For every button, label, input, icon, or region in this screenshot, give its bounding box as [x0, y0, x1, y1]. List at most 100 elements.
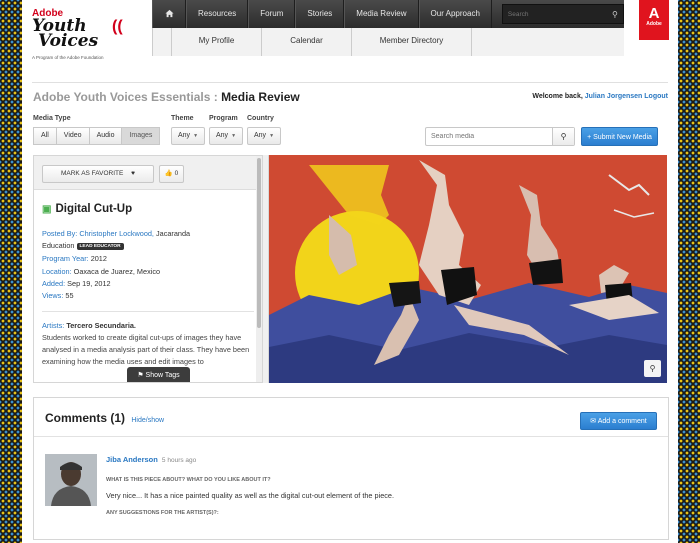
- posted-by-label: Posted By:: [42, 229, 78, 238]
- header-divider: [32, 82, 668, 83]
- views-value: 55: [65, 291, 74, 301]
- logout-link[interactable]: Logout: [644, 93, 668, 100]
- zoom-icon: ⚲: [649, 364, 656, 373]
- comment-author-link[interactable]: Jiba Anderson: [106, 455, 158, 464]
- page: Adobe Youth Voices (( A Program of the A…: [22, 0, 678, 543]
- media-search: ⚲: [425, 127, 575, 146]
- location-label: Location:: [42, 266, 72, 276]
- add-comment-button[interactable]: ✉ Add a comment: [580, 412, 657, 430]
- submit-new-media-button[interactable]: + Submit New Media: [581, 127, 658, 146]
- added-row: Added: Sep 19, 2012: [42, 278, 254, 290]
- ayv-logo[interactable]: Adobe Youth Voices (( A Program of the A…: [32, 8, 152, 78]
- location-row: Location: Oaxaca de Juarez, Mexico: [42, 266, 254, 278]
- zoom-button[interactable]: ⚲: [644, 360, 661, 377]
- nav-media-review[interactable]: Media Review: [344, 0, 419, 28]
- adobe-badge[interactable]: A Adobe: [639, 0, 669, 40]
- country-dropdown[interactable]: Any ▼: [247, 127, 282, 145]
- artists-row: Artists: Tercero Secundaria.: [42, 320, 254, 332]
- media-type-label: Media Type: [33, 115, 71, 122]
- chevron-down-icon: ▼: [231, 133, 237, 139]
- subnav-member-directory[interactable]: Member Directory: [352, 28, 472, 56]
- posted-by-org-row: Education LEAD EDUCATOR: [42, 240, 254, 253]
- mark-favorite-button[interactable]: MARK AS FAVORITE ♥: [42, 165, 154, 183]
- chevron-down-icon: ▼: [193, 133, 199, 139]
- theme-label: Theme: [171, 115, 194, 122]
- adobe-badge-text: Adobe: [646, 21, 662, 27]
- media-type-all[interactable]: All: [33, 127, 57, 145]
- media-type-audio[interactable]: Audio: [89, 127, 123, 145]
- theme-value: Any: [178, 132, 191, 139]
- location-value: Oaxaca de Juarez, Mexico: [73, 266, 161, 276]
- comment-question-1: WHAT IS THIS PIECE ABOUT? WHAT DO YOU LI…: [106, 477, 271, 483]
- search-icon[interactable]: ⚲: [612, 10, 618, 19]
- media-title: ▣ Digital Cut-Up: [42, 203, 132, 215]
- details-scrollbar-thumb[interactable]: [257, 158, 261, 328]
- nav-stories[interactable]: Stories: [295, 0, 345, 28]
- country-value: Any: [254, 132, 267, 139]
- media-type-images[interactable]: Images: [122, 127, 161, 145]
- nav-forum[interactable]: Forum: [248, 0, 296, 28]
- breadcrumb-section[interactable]: Adobe Youth Voices Essentials :: [33, 90, 218, 104]
- media-search-input[interactable]: [426, 128, 552, 145]
- search-icon: ⚲: [560, 132, 567, 141]
- program-label: Program: [209, 115, 238, 122]
- site-search-input[interactable]: [507, 10, 608, 18]
- thumbs-up-icon: 👍: [164, 170, 173, 177]
- media-type-video[interactable]: Video: [56, 127, 90, 145]
- artists-value: Tercero Secundaria.: [66, 321, 136, 330]
- lead-educator-badge: LEAD EDUCATOR: [76, 243, 124, 251]
- country-label: Country: [247, 115, 274, 122]
- program-year-row: Program Year: 2012: [42, 253, 254, 265]
- show-tags-button[interactable]: ⚑ Show Tags: [127, 367, 190, 382]
- comments-count: (1): [110, 411, 126, 425]
- sub-nav: My Profile Calendar Member Directory: [152, 28, 624, 56]
- views-row: Views: 55: [42, 290, 254, 302]
- subnav-calendar[interactable]: Calendar: [262, 28, 352, 56]
- media-search-button[interactable]: ⚲: [552, 128, 574, 145]
- details-scrollbar[interactable]: [256, 156, 262, 382]
- megaphone-icon: ((: [112, 18, 123, 35]
- posted-by-link[interactable]: Christopher Lockwood,: [79, 229, 154, 238]
- posted-by-row: Posted By: Christopher Lockwood, Jacaran…: [42, 228, 254, 240]
- theme-dropdown[interactable]: Any ▼: [171, 127, 206, 145]
- comment-answer-1: Very nice... It has a nice painted quali…: [106, 491, 394, 500]
- artists-label: Artists:: [42, 321, 65, 330]
- media-actions-bar: MARK AS FAVORITE ♥ 👍 0: [34, 156, 262, 190]
- comment-time: 5 hours ago: [161, 457, 197, 464]
- posted-by-org-a: Jacaranda: [156, 229, 191, 238]
- comments-toggle-link[interactable]: Hide/show: [131, 417, 164, 424]
- comments-divider: [34, 436, 668, 437]
- comments-title: Comments: [45, 411, 108, 425]
- breadcrumb-current: Media Review: [221, 90, 300, 104]
- subnav-my-profile[interactable]: My Profile: [172, 28, 262, 56]
- home-button[interactable]: [152, 0, 186, 28]
- user-photo: [45, 454, 97, 506]
- image-type-icon: ▣: [42, 204, 52, 215]
- added-value: Sep 19, 2012: [67, 278, 111, 288]
- avatar[interactable]: [45, 454, 97, 506]
- media-title-text: Digital Cut-Up: [55, 203, 133, 215]
- tag-icon: ⚑: [137, 372, 144, 379]
- site-search: ⚲: [501, 4, 624, 24]
- breadcrumb: Adobe Youth Voices Essentials : Media Re…: [33, 90, 300, 104]
- posted-by-org-b: Education: [42, 241, 75, 251]
- comment-icon: ✉: [590, 418, 597, 425]
- media-image-viewer[interactable]: ⚲: [263, 155, 667, 383]
- mark-favorite-label: MARK AS FAVORITE: [60, 170, 124, 177]
- views-label: Views:: [42, 291, 64, 301]
- metadata-divider: [42, 311, 254, 312]
- like-count: 0: [174, 170, 179, 177]
- like-button[interactable]: 👍 0: [159, 165, 184, 183]
- nav-resources[interactable]: Resources: [186, 0, 249, 28]
- description-text: Students worked to create digital cut-up…: [42, 333, 250, 366]
- logo-voices: Voices: [38, 31, 99, 51]
- welcome-prefix: Welcome back,: [532, 93, 583, 100]
- nav-our-approach[interactable]: Our Approach: [418, 0, 492, 28]
- media-metadata: Posted By: Christopher Lockwood, Jacaran…: [42, 228, 254, 302]
- program-dropdown[interactable]: Any ▼: [209, 127, 244, 145]
- welcome-message: Welcome back, Julian Jorgensen Logout: [532, 93, 668, 100]
- digital-cut-up-artwork: [269, 155, 667, 383]
- program-value: Any: [216, 132, 229, 139]
- welcome-user-link[interactable]: Julian Jorgensen: [585, 93, 643, 100]
- show-tags-label: Show Tags: [145, 372, 180, 379]
